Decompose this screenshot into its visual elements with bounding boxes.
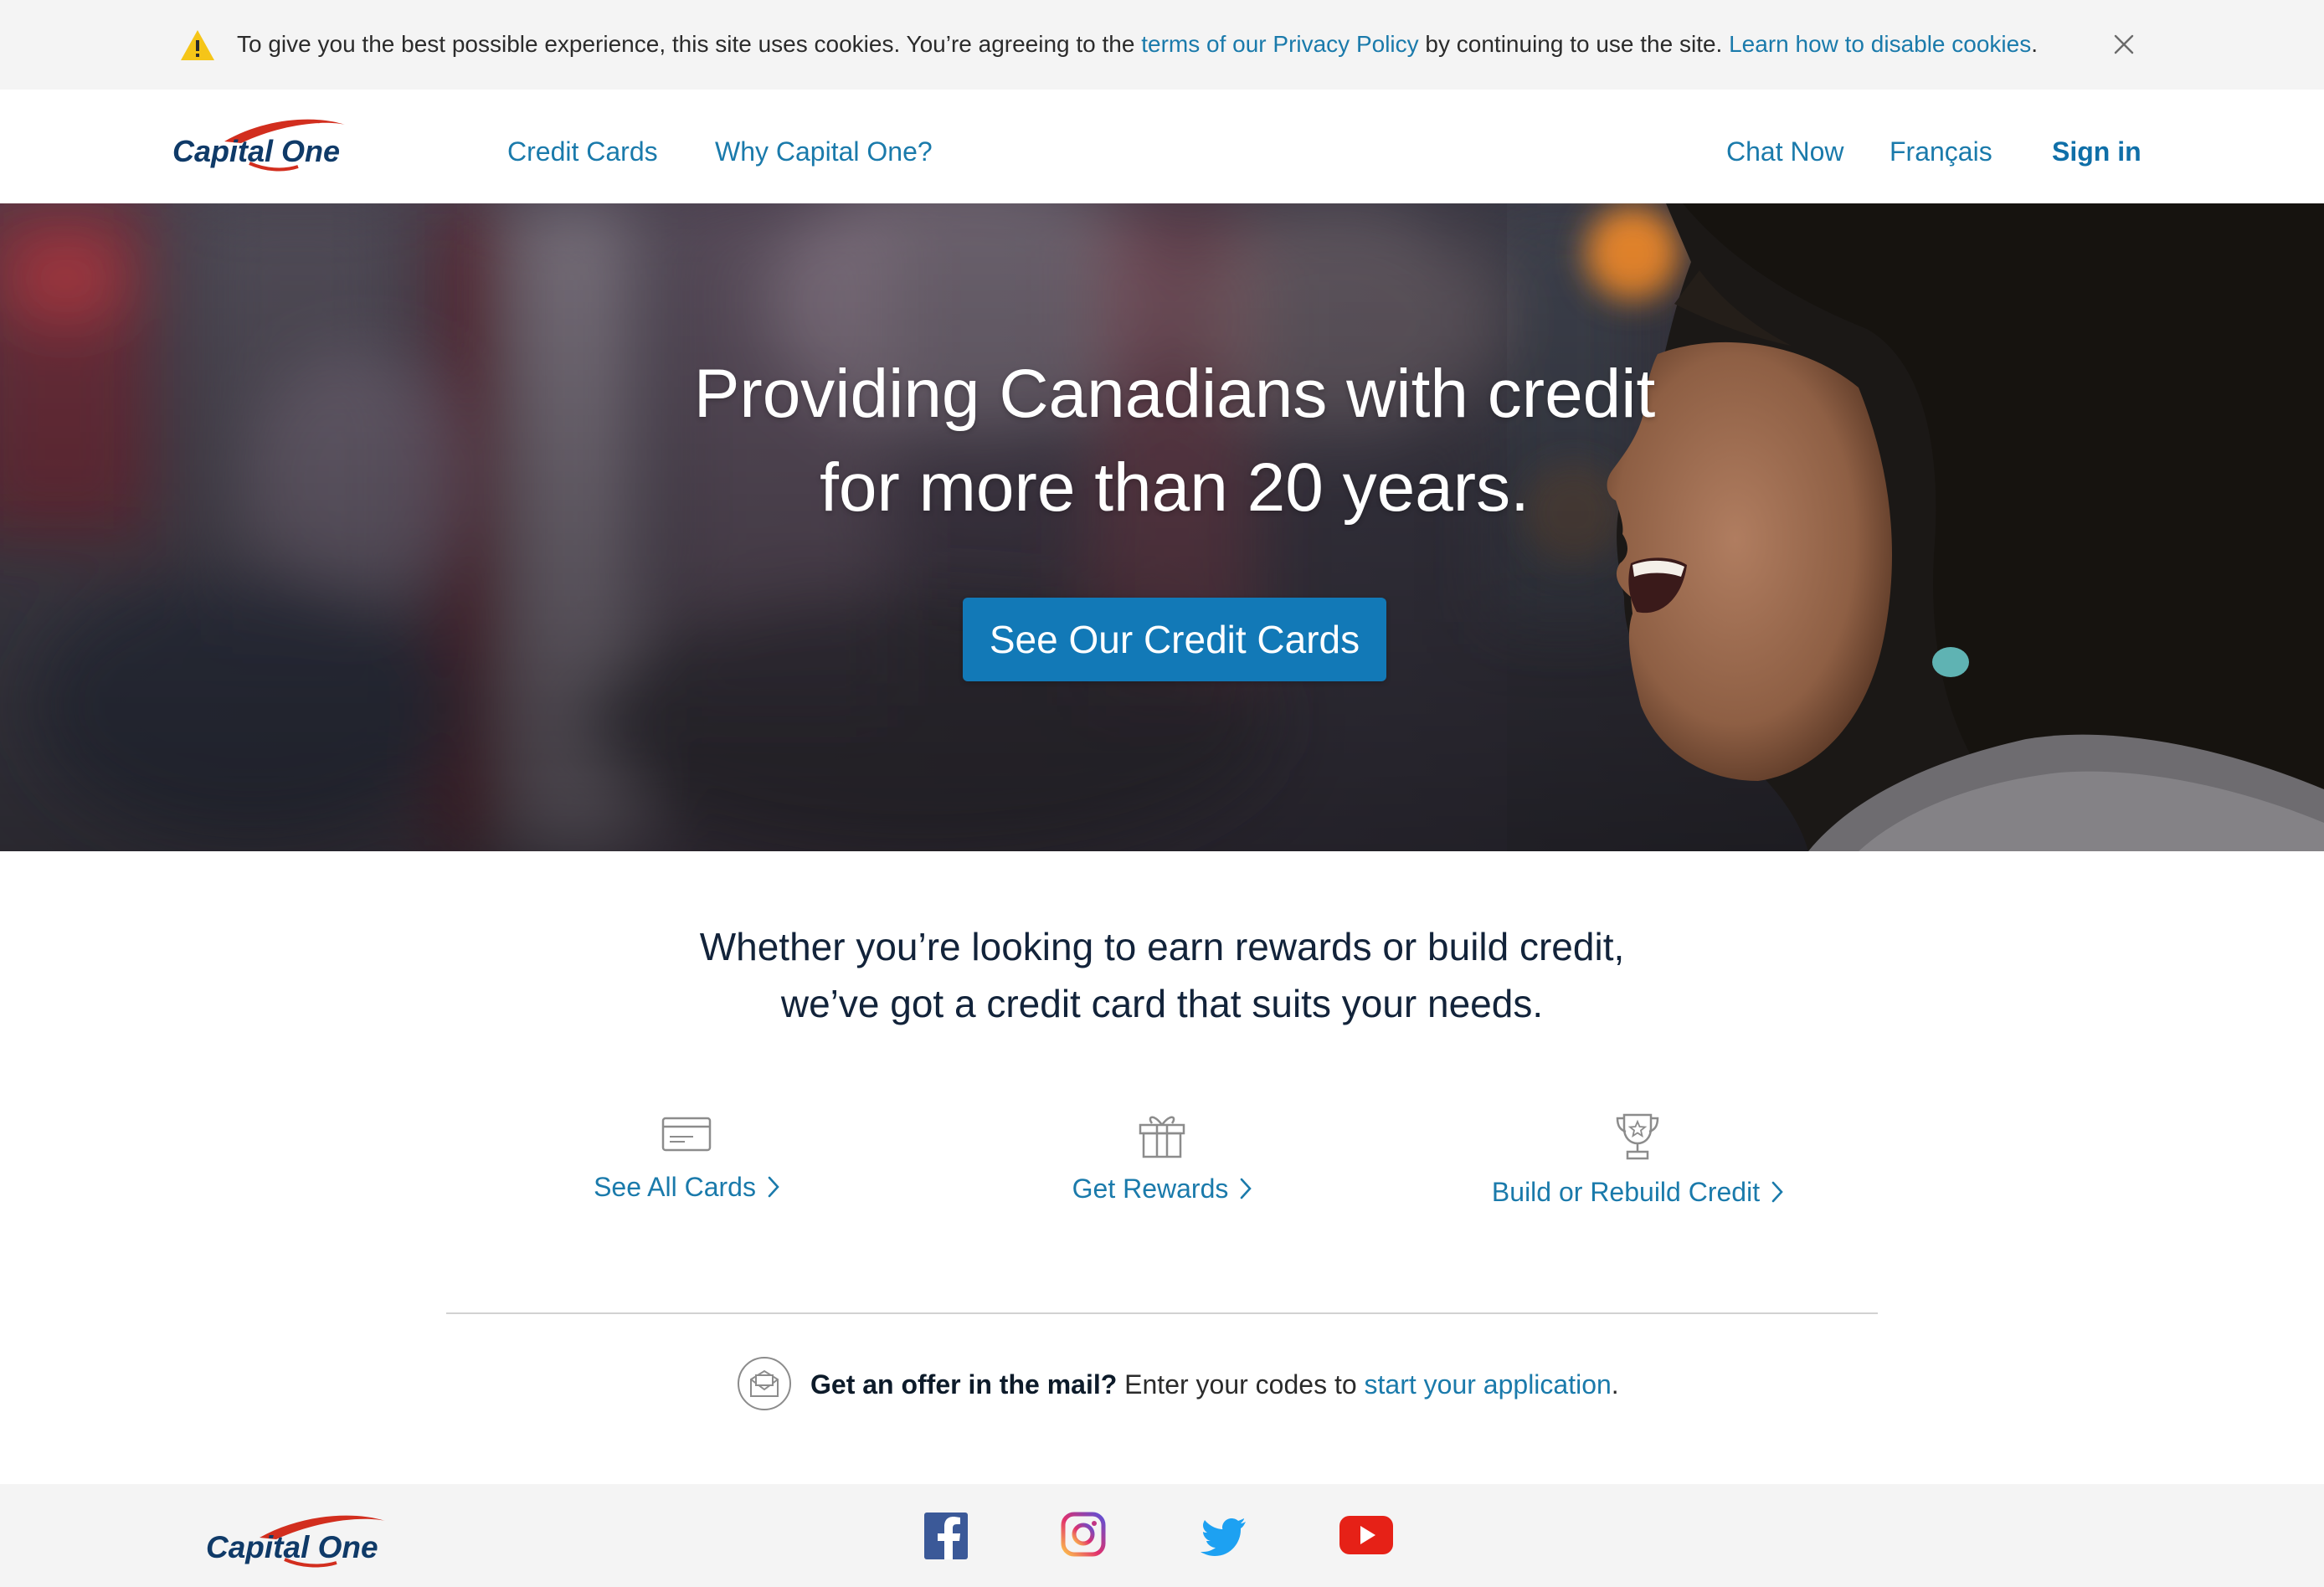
chevron-right-icon (768, 1176, 779, 1197)
see-all-cards-label: See All Cards (594, 1172, 756, 1202)
cookie-banner: To give you the best possible experience… (0, 0, 2324, 90)
section-divider (446, 1312, 1878, 1314)
hero-title: Providing Canadians with credit for more… (502, 347, 1847, 535)
hero-title-line1: Providing Canadians with credit (693, 356, 1656, 432)
offer-instruction: Enter your codes to (1117, 1369, 1365, 1400)
facebook-icon (924, 1513, 968, 1559)
capital-one-logo[interactable]: Capital One (172, 113, 360, 180)
cookie-text-end: . (2031, 31, 2039, 57)
build-credit-link[interactable]: Build or Rebuild Credit (1492, 1175, 1783, 1209)
get-rewards-link[interactable]: Get Rewards (1072, 1172, 1252, 1205)
site-header: Capital One Credit Cards Why Capital One… (0, 90, 2324, 204)
hero-title-line2: for more than 20 years. (820, 449, 1530, 526)
privacy-policy-link[interactable]: terms of our Privacy Policy (1141, 31, 1418, 57)
sign-in-link[interactable]: Sign in (2052, 135, 2141, 168)
feature-get-rewards: Get Rewards (928, 1110, 1396, 1205)
nav-why-capital-one[interactable]: Why Capital One? (715, 135, 933, 168)
see-all-cards-link[interactable]: See All Cards (594, 1170, 779, 1204)
youtube-icon (1339, 1516, 1393, 1554)
start-application-link[interactable]: start your application (1365, 1369, 1612, 1400)
credit-card-icon (661, 1117, 712, 1152)
hero-banner: Providing Canadians with credit for more… (0, 203, 2324, 851)
instagram-icon (1061, 1512, 1106, 1557)
chevron-right-icon (1241, 1178, 1252, 1199)
cookie-text-start: To give you the best possible experience… (237, 31, 1142, 57)
envelope-icon (738, 1357, 791, 1410)
intro-line2: we’ve got a credit card that suits your … (780, 982, 1544, 1025)
youtube-link[interactable] (1338, 1507, 1393, 1561)
nav-credit-cards[interactable]: Credit Cards (507, 135, 658, 168)
cookie-text-middle: by continuing to use the site. (1418, 31, 1730, 57)
feature-build-credit: Build or Rebuild Credit (1403, 1110, 1872, 1209)
build-credit-label: Build or Rebuild Credit (1491, 1177, 1761, 1207)
get-rewards-label: Get Rewards (1072, 1174, 1229, 1204)
feature-see-all-cards: See All Cards (452, 1110, 921, 1204)
site-footer: Capital One (0, 1484, 2324, 1587)
instagram-link[interactable] (1057, 1507, 1110, 1561)
cookie-message: To give you the best possible experience… (237, 28, 2038, 61)
close-icon[interactable] (2111, 32, 2136, 57)
facebook-link[interactable] (919, 1507, 973, 1561)
warning-icon (181, 30, 214, 60)
twitter-icon (1201, 1518, 1246, 1556)
footer-capital-one-logo[interactable]: Capital One (206, 1507, 400, 1576)
logo-text: Capital One (172, 134, 340, 168)
twitter-link[interactable] (1199, 1507, 1252, 1561)
chat-now-link[interactable]: Chat Now (1726, 135, 1844, 168)
offer-end: . (1611, 1369, 1619, 1400)
intro-line1: Whether you’re looking to earn rewards o… (699, 925, 1625, 968)
language-toggle[interactable]: Français (1890, 135, 1992, 168)
footer-logo-text: Capital One (206, 1530, 378, 1564)
gift-icon (1139, 1116, 1185, 1158)
intro-heading: Whether you’re looking to earn rewards o… (492, 918, 1832, 1032)
see-credit-cards-button[interactable]: See Our Credit Cards (963, 598, 1386, 681)
trophy-icon (1616, 1113, 1659, 1160)
chevron-right-icon (1771, 1181, 1783, 1202)
mail-offer-text: Get an offer in the mail? Enter your cod… (810, 1368, 1619, 1401)
disable-cookies-link[interactable]: Learn how to disable cookies (1729, 31, 2031, 57)
offer-question: Get an offer in the mail? (810, 1369, 1118, 1400)
